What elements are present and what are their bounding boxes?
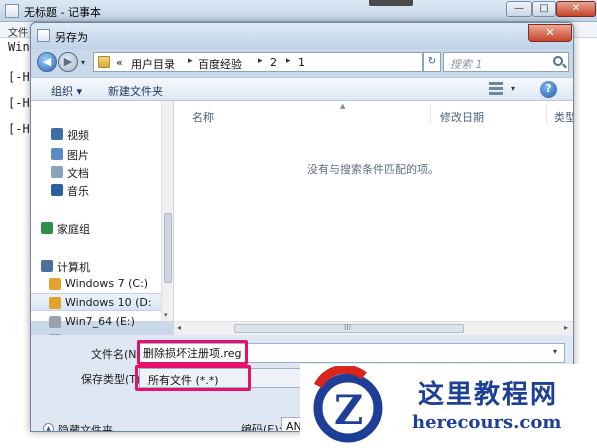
history-dropdown-icon[interactable]: ▾	[81, 58, 85, 67]
minimize-button[interactable]: —	[506, 1, 532, 17]
column-header-name[interactable]: 名称	[192, 109, 214, 125]
nav-item[interactable]: 音乐	[31, 181, 161, 199]
nav-vertical-scrollbar[interactable]: ▾	[161, 101, 173, 321]
breadcrumb-overflow[interactable]: «	[116, 56, 123, 69]
breadcrumb-chevron-icon[interactable]: ▸	[188, 56, 193, 66]
folder-icon	[98, 56, 110, 68]
help-button[interactable]: ?	[540, 81, 557, 98]
notepad-close-button[interactable]: ✕	[556, 1, 596, 17]
nav-item-label: 家庭组	[57, 223, 90, 236]
nav-item[interactable]: Windows 7 (C:)	[31, 275, 161, 293]
search-placeholder: 搜索 1	[450, 58, 483, 71]
video-icon	[51, 128, 63, 140]
nav-item-label: 文档	[67, 167, 89, 180]
homegroup-icon	[41, 222, 53, 234]
documents-icon	[51, 166, 63, 178]
computer-icon	[41, 260, 53, 272]
filetype-highlight-box	[135, 365, 251, 391]
address-bar[interactable]: « 用户目录 ▸ 百度经验 ▸ 2 ▸ 1 ▾	[93, 52, 476, 72]
nav-item-label: Windows 10 (D:	[65, 296, 152, 309]
hide-folders-label[interactable]: 隐藏文件夹	[58, 422, 113, 431]
watermark-url: herecours.com	[412, 412, 562, 433]
nav-item-label: Windows 7 (C:)	[65, 277, 149, 290]
nav-item[interactable]: 图片	[31, 145, 161, 163]
watermark: Z 这里教程网 herecours.com	[300, 364, 597, 448]
view-dropdown-icon[interactable]: ▾	[511, 84, 515, 93]
new-folder-button[interactable]: 新建文件夹	[108, 83, 163, 99]
organize-button[interactable]: 组织 ▾	[51, 83, 82, 99]
nav-item-label: 音乐	[67, 185, 89, 198]
scroll-thumb[interactable]	[164, 213, 172, 283]
empty-message: 没有与搜索条件匹配的项。	[307, 163, 439, 176]
file-list-pane[interactable]: ▲ 名称 修改日期 类型 没有与搜索条件匹配的项。	[174, 101, 573, 321]
back-button[interactable]: ◀	[37, 52, 57, 72]
search-icon[interactable]	[553, 56, 563, 66]
scroll-grip: III	[344, 323, 352, 332]
refresh-button[interactable]: ↻	[423, 52, 441, 72]
watermark-logo-icon: Z	[313, 366, 383, 443]
encoding-label: 编码(E):	[241, 423, 283, 432]
notepad-icon	[5, 4, 19, 18]
breadcrumb-segment[interactable]: 1	[298, 56, 305, 69]
nav-item[interactable]: Windows 10 (D:	[31, 293, 161, 311]
title-bar-decoration	[369, 0, 413, 6]
text-line: [-H	[8, 96, 30, 110]
notepad-title: 无标题 - 记事本	[24, 6, 101, 19]
dialog-title: 另存为	[55, 31, 88, 44]
filename-dropdown-icon[interactable]: ▾	[553, 347, 557, 356]
nav-item[interactable]: 家庭组	[31, 219, 161, 237]
maximize-button[interactable]: □	[532, 1, 556, 17]
scroll-right-arrow-icon[interactable]: ▸	[564, 323, 568, 332]
nav-item[interactable]: Win7_64 (E:)	[31, 313, 161, 331]
toolbar: 组织 ▾ 新建文件夹 ▾ ?	[31, 77, 573, 101]
nav-item-label: 图片	[67, 149, 89, 162]
breadcrumb-chevron-icon[interactable]: ▸	[286, 56, 291, 66]
text-line: Win	[8, 40, 30, 54]
dialog-close-button[interactable]: ✕	[528, 24, 572, 42]
column-header-date[interactable]: 修改日期	[440, 109, 484, 125]
pictures-icon	[51, 148, 63, 160]
nav-item[interactable]: 视频	[31, 125, 161, 143]
collapse-arrow-icon[interactable]: ▲	[43, 423, 54, 431]
scroll-down-arrow-icon[interactable]: ▾	[164, 311, 168, 319]
text-line: [-H	[8, 70, 30, 84]
music-icon	[51, 184, 63, 196]
nav-item[interactable]: 计算机	[31, 257, 161, 275]
menu-file[interactable]: 文件	[8, 24, 28, 39]
drive-icon	[49, 316, 61, 328]
filename-highlight-box	[137, 340, 248, 365]
sort-ascending-icon: ▲	[340, 102, 346, 110]
view-options-icon[interactable]	[489, 82, 503, 96]
nav-item-label: 计算机	[57, 261, 90, 274]
nav-item-label: Win7_64 (E:)	[65, 315, 135, 328]
notepad-title-bar: 无标题 - 记事本 — □ ✕	[0, 0, 597, 22]
breadcrumb-segment[interactable]: 用户目录	[131, 56, 175, 72]
column-divider[interactable]	[546, 105, 547, 123]
scroll-left-arrow-icon[interactable]: ◂	[177, 323, 181, 332]
watermark-title: 这里教程网	[418, 380, 559, 410]
address-row: ◀ ▶ ▾ « 用户目录 ▸ 百度经验 ▸ 2 ▸ 1 ▾ ↻ 搜索 1	[31, 49, 573, 75]
watermark-logo-letter: Z	[334, 387, 363, 434]
nav-item-label: 视频	[67, 129, 89, 142]
search-input[interactable]: 搜索 1	[443, 52, 569, 72]
navigation-pane: 视频图片文档音乐家庭组计算机 Windows 7 (C:) Windows 10 (…	[31, 101, 173, 346]
breadcrumb-segment[interactable]: 百度经验	[198, 56, 242, 72]
windows-drive-icon	[49, 278, 61, 290]
column-divider[interactable]	[430, 105, 431, 123]
dialog-icon	[37, 29, 50, 42]
column-header-type[interactable]: 类型	[554, 109, 573, 125]
horizontal-scrollbar[interactable]: ◂ III ▸	[174, 321, 573, 335]
text-line: [-H	[8, 122, 30, 136]
windows-drive-icon	[49, 297, 61, 309]
nav-item[interactable]: 文档	[31, 163, 161, 181]
dialog-title-bar: 另存为 ✕	[31, 23, 573, 49]
breadcrumb-segment[interactable]: 2	[270, 56, 277, 69]
forward-button[interactable]: ▶	[58, 52, 78, 72]
breadcrumb-chevron-icon[interactable]: ▸	[258, 56, 263, 66]
